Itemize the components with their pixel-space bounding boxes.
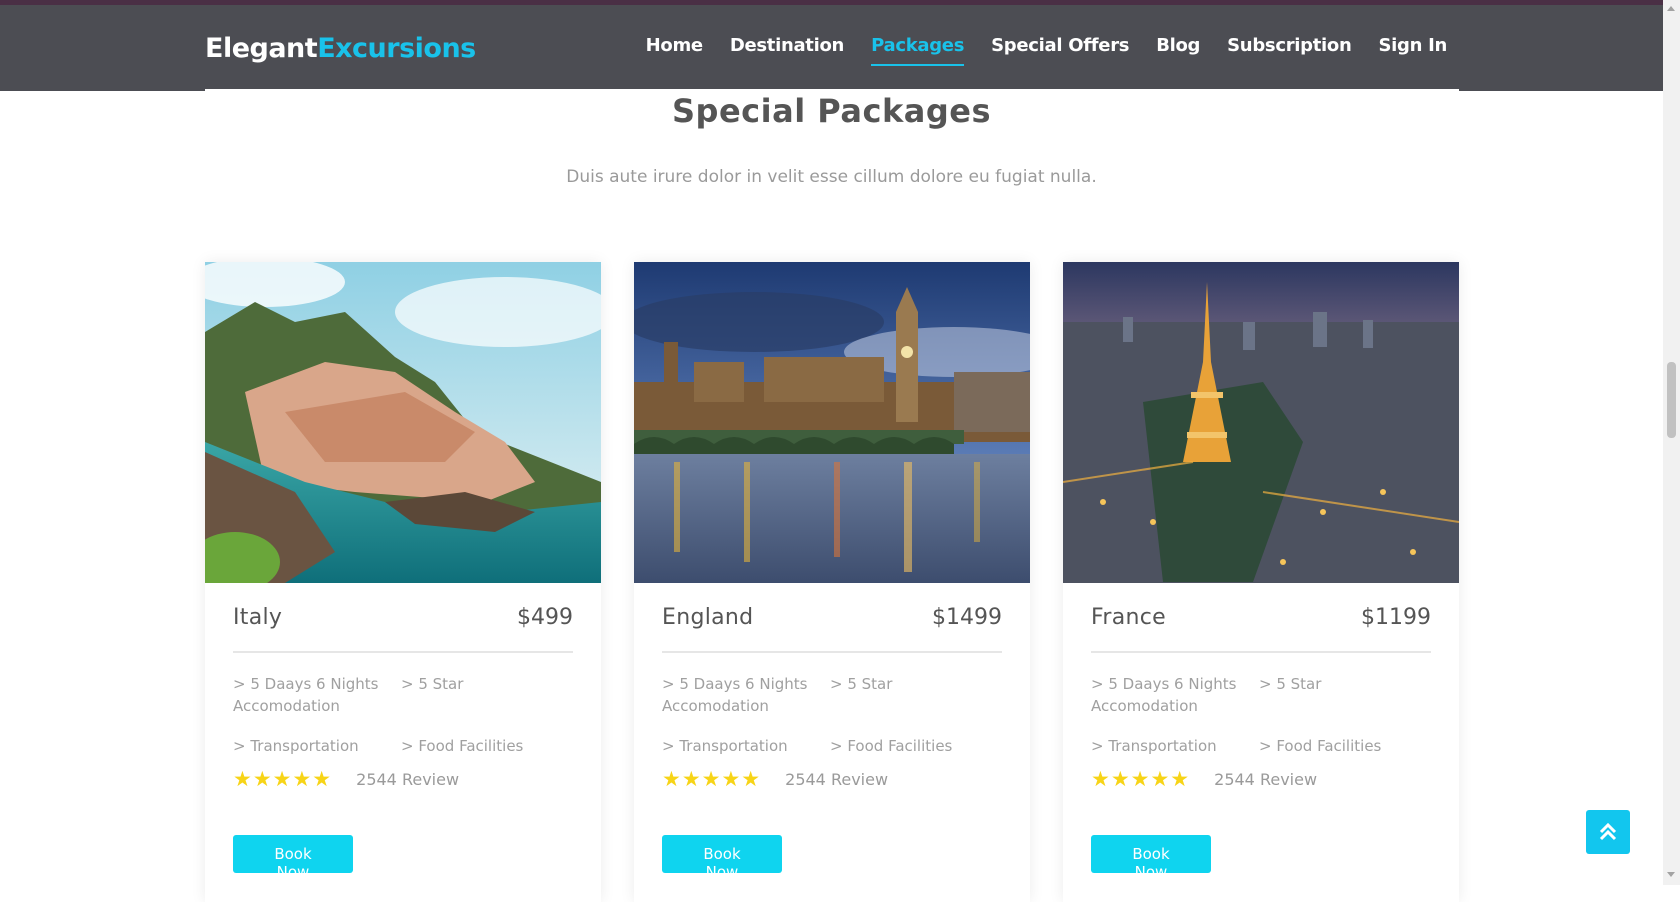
package-header: England $1499: [662, 583, 1002, 653]
book-now-button[interactable]: Book Now: [1091, 835, 1211, 881]
brand-logo[interactable]: ElegantExcursions: [205, 33, 476, 64]
feature-food: > Food Facilities: [830, 737, 953, 755]
package-price: $499: [517, 604, 573, 630]
book-now-button[interactable]: Book Now: [662, 835, 782, 881]
feature-star: > 5 Star: [830, 675, 893, 693]
nav-sign-in[interactable]: Sign In: [1378, 35, 1447, 66]
nav-divider: [205, 89, 1459, 91]
review-count: 2544 Review: [1214, 769, 1318, 789]
package-price: $1199: [1361, 604, 1431, 630]
section-subtitle: Duis aute irure dolor in velit esse cill…: [566, 167, 1097, 187]
star-rating-icon: ★★★★★: [233, 767, 333, 791]
package-name: England: [662, 604, 754, 630]
review-count: 2544 Review: [356, 769, 460, 789]
star-rating-icon: ★★★★★: [662, 767, 762, 791]
scrollbar-thumb[interactable]: [1667, 362, 1676, 438]
feature-food: > Food Facilities: [401, 737, 524, 755]
scroll-up-arrow-icon[interactable]: [1667, 6, 1675, 11]
feature-duration: > 5 Daays 6 Nights Accomodation: [662, 675, 808, 715]
package-rating: ★★★★★ 2544 Review: [233, 767, 573, 791]
nav-subscription[interactable]: Subscription: [1227, 35, 1352, 66]
package-features: > 5 Daays 6 Nights Accomodation > 5 Star…: [662, 673, 1002, 757]
book-now-button[interactable]: Book Now: [233, 835, 353, 881]
package-card-france: France $1199 > 5 Daays 6 Nights Accomoda…: [1063, 262, 1459, 902]
feature-transportation: > Transportation: [662, 737, 788, 755]
navbar: ElegantExcursions Home Destination Packa…: [0, 5, 1663, 91]
feature-food: > Food Facilities: [1259, 737, 1382, 755]
review-count: 2544 Review: [785, 769, 889, 789]
feature-duration: > 5 Daays 6 Nights Accomodation: [1091, 675, 1237, 715]
nav-home[interactable]: Home: [646, 35, 704, 66]
package-name: France: [1091, 604, 1166, 630]
nav-packages[interactable]: Packages: [871, 35, 964, 66]
package-features: > 5 Daays 6 Nights Accomodation > 5 Star…: [233, 673, 573, 757]
feature-star: > 5 Star: [1259, 675, 1322, 693]
nav-blog[interactable]: Blog: [1156, 35, 1200, 66]
nav-destination[interactable]: Destination: [730, 35, 845, 66]
package-price: $1499: [932, 604, 1002, 630]
feature-transportation: > Transportation: [233, 737, 359, 755]
feature-transportation: > Transportation: [1091, 737, 1217, 755]
feature-star: > 5 Star: [401, 675, 464, 693]
brand-name-part2: Excursions: [317, 33, 476, 64]
section-title: Special Packages: [672, 92, 991, 130]
package-name: Italy: [233, 604, 283, 630]
package-header: Italy $499: [233, 583, 573, 653]
scroll-down-arrow-icon[interactable]: [1667, 872, 1675, 877]
double-chevron-up-icon: [1599, 822, 1617, 841]
france-photo: [1063, 262, 1459, 583]
main-menu: Home Destination Packages Special Offers…: [619, 35, 1447, 66]
scroll-to-top-button[interactable]: [1586, 810, 1630, 854]
package-header: France $1199: [1091, 583, 1431, 653]
package-rating: ★★★★★ 2544 Review: [1091, 767, 1431, 791]
england-photo: [634, 262, 1030, 583]
package-card-england: England $1499 > 5 Daays 6 Nights Accomod…: [634, 262, 1030, 902]
nav-special-offers[interactable]: Special Offers: [991, 35, 1129, 66]
page-scrollbar[interactable]: [1663, 0, 1680, 885]
package-rating: ★★★★★ 2544 Review: [662, 767, 1002, 791]
brand-name-part1: Elegant: [205, 33, 318, 64]
package-card-italy: Italy $499 > 5 Daays 6 Nights Accomodati…: [205, 262, 601, 902]
feature-duration: > 5 Daays 6 Nights Accomodation: [233, 675, 379, 715]
italy-photo: [205, 262, 601, 583]
star-rating-icon: ★★★★★: [1091, 767, 1191, 791]
package-features: > 5 Daays 6 Nights Accomodation > 5 Star…: [1091, 673, 1431, 757]
